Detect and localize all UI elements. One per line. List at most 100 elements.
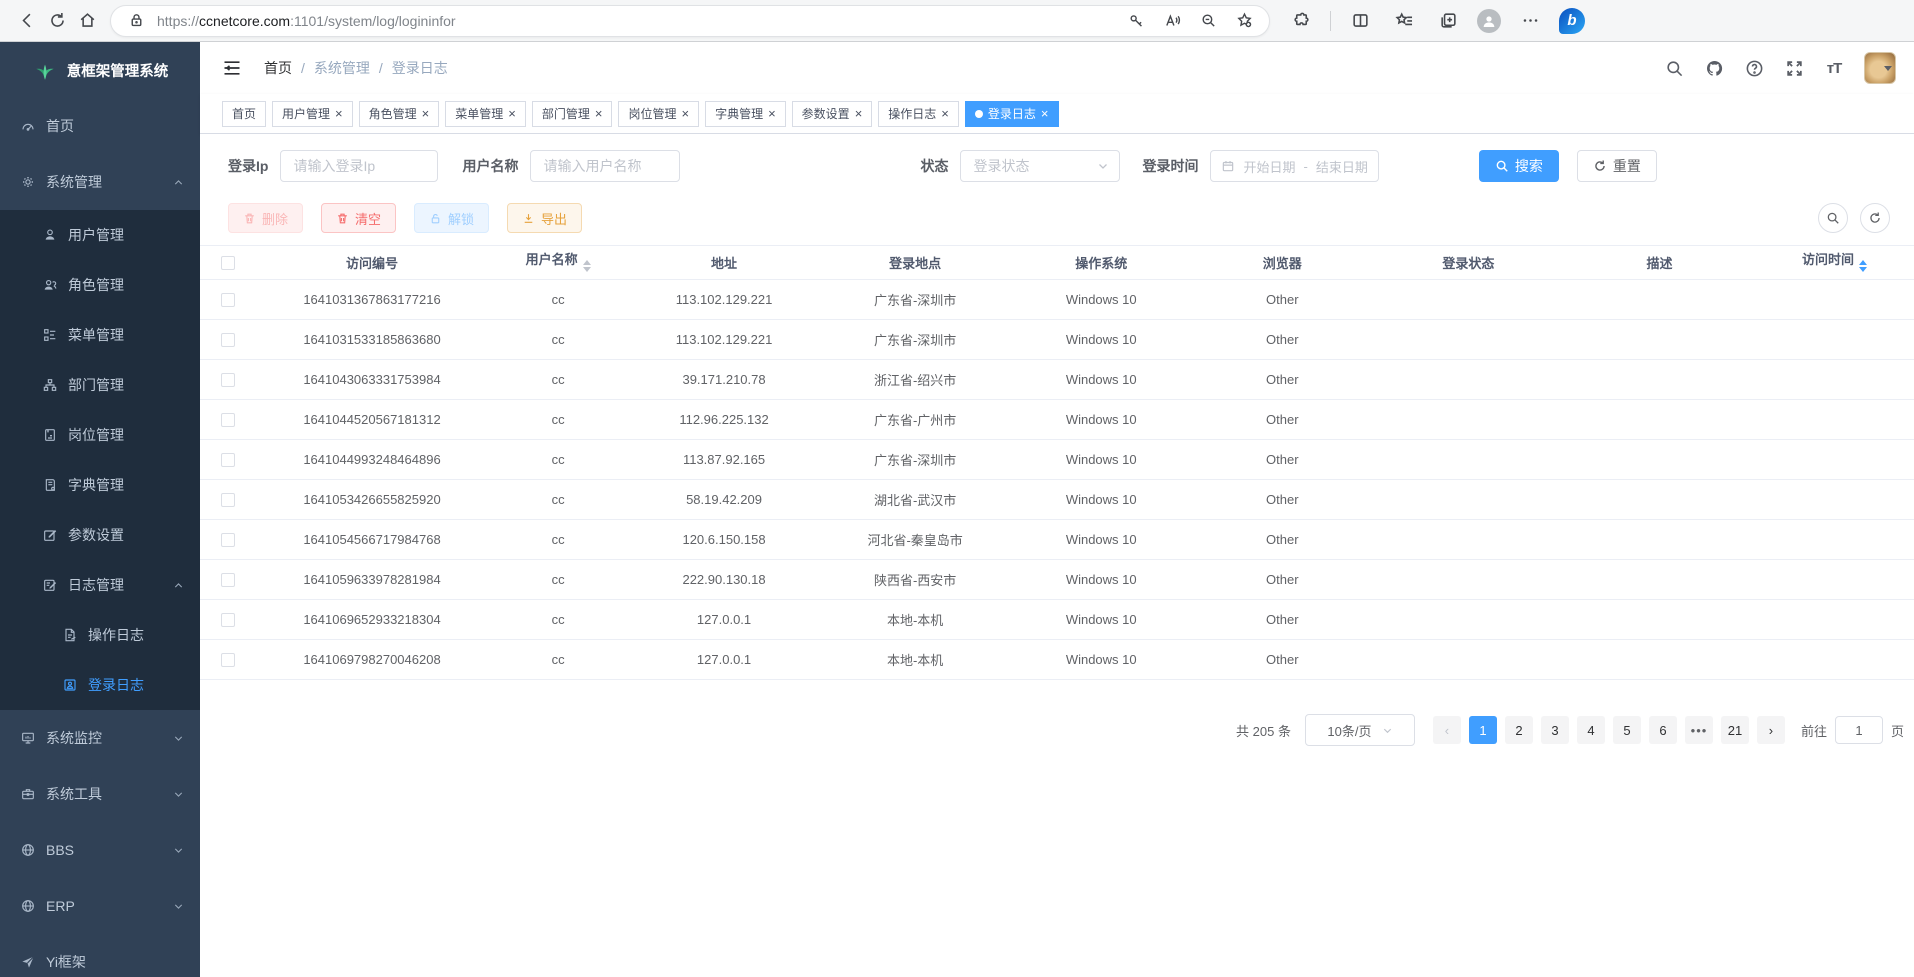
delete-button[interactable]: 删除 [228,203,303,233]
page-button-4[interactable]: 4 [1577,716,1605,744]
clear-button[interactable]: 清空 [321,203,396,233]
breadcrumb-system[interactable]: 系统管理 [314,58,370,78]
extensions-icon[interactable] [1286,6,1316,36]
split-screen-icon[interactable] [1345,6,1375,36]
row-checkbox[interactable] [221,373,235,387]
tab-role-management[interactable]: 角色管理× [359,101,440,127]
url-text[interactable]: https://ccnetcore.com:1101/system/log/lo… [157,13,1123,29]
collections-icon[interactable] [1433,6,1463,36]
tab-param-settings[interactable]: 参数设置× [792,101,873,127]
sidebar-item-post-management[interactable]: 岗位管理 [0,410,200,460]
sidebar-item-dict-management[interactable]: 字典管理 [0,460,200,510]
key-icon[interactable] [1123,8,1149,34]
col-user-name[interactable]: 用户名称 [488,246,629,280]
row-checkbox[interactable] [221,493,235,507]
col-select[interactable] [200,246,256,280]
sidebar-item-erp[interactable]: ERP [0,878,200,934]
tab-user-management[interactable]: 用户管理× [272,101,353,127]
status-select[interactable]: 登录状态 [960,150,1120,182]
sidebar-item-system-tools[interactable]: 系统工具 [0,766,200,822]
login-ip-input[interactable] [280,150,438,182]
tab-close-icon[interactable]: × [768,107,776,120]
row-checkbox[interactable] [221,453,235,467]
more-options-icon[interactable] [1515,6,1545,36]
sidebar-item-system-monitor[interactable]: 系统监控 [0,710,200,766]
page-button-1[interactable]: 1 [1469,716,1497,744]
tab-close-icon[interactable]: × [335,107,343,120]
tab-close-icon[interactable]: × [681,107,689,120]
select-all-checkbox[interactable] [221,256,235,270]
sort-caret-icon[interactable] [1859,256,1867,276]
page-button-3[interactable]: 3 [1541,716,1569,744]
row-checkbox[interactable] [221,573,235,587]
tab-operation-log[interactable]: 操作日志× [878,101,959,127]
tab-close-icon[interactable]: × [508,107,516,120]
tab-post-management[interactable]: 岗位管理× [618,101,699,127]
sidebar-item-yi-framework[interactable]: Yi框架 [0,934,200,977]
prev-page-button[interactable]: ‹ [1433,716,1461,744]
row-checkbox[interactable] [221,413,235,427]
page-button-21[interactable]: 21 [1721,716,1749,744]
profile-icon[interactable] [1477,9,1501,33]
favorites-bar-icon[interactable] [1389,6,1419,36]
row-checkbox[interactable] [221,613,235,627]
sidebar-item-home[interactable]: 首页 [0,98,200,154]
tab-dept-management[interactable]: 部门管理× [532,101,613,127]
sidebar-item-bbs[interactable]: BBS [0,822,200,878]
breadcrumb-home[interactable]: 首页 [264,58,292,78]
tab-close-icon[interactable]: × [941,107,949,120]
toggle-search-button[interactable] [1818,203,1848,233]
unlock-button[interactable]: 解锁 [414,203,489,233]
back-icon[interactable] [12,6,42,36]
search-button[interactable]: 搜索 [1479,150,1559,182]
date-range-picker[interactable]: 开始日期 - 结束日期 [1210,150,1378,182]
page-button-6[interactable]: 6 [1649,716,1677,744]
tab-dict-management[interactable]: 字典管理× [705,101,786,127]
row-checkbox[interactable] [221,293,235,307]
reset-button[interactable]: 重置 [1577,150,1657,182]
sidebar-item-operation-log[interactable]: 操作日志 [0,610,200,660]
tab-close-icon[interactable]: × [1041,107,1049,120]
page-button-2[interactable]: 2 [1505,716,1533,744]
zoom-icon[interactable] [1195,8,1221,34]
font-size-icon[interactable]: тT [1824,58,1844,78]
sidebar-fold-icon[interactable] [222,57,244,79]
refresh-table-button[interactable] [1860,203,1890,233]
fullscreen-icon[interactable] [1784,58,1804,78]
sort-caret-icon[interactable] [583,256,591,276]
page-button-5[interactable]: 5 [1613,716,1641,744]
sidebar-item-param-settings[interactable]: 参数设置 [0,510,200,560]
sidebar-item-menu-management[interactable]: 菜单管理 [0,310,200,360]
col-visit-time[interactable]: 访问时间 [1755,246,1914,280]
next-page-button[interactable]: › [1757,716,1785,744]
github-icon[interactable] [1704,58,1724,78]
address-bar[interactable]: https://ccnetcore.com:1101/system/log/lo… [110,5,1270,37]
tab-home[interactable]: 首页 [222,101,266,127]
sidebar-item-user-management[interactable]: 用户管理 [0,210,200,260]
lock-icon[interactable] [123,8,149,34]
read-aloud-icon[interactable] [1159,8,1185,34]
tab-close-icon[interactable]: × [855,107,863,120]
help-icon[interactable] [1744,58,1764,78]
user-name-input[interactable] [530,150,680,182]
goto-page-input[interactable] [1835,716,1883,744]
row-checkbox[interactable] [221,653,235,667]
search-icon[interactable] [1664,58,1684,78]
refresh-icon[interactable] [42,6,72,36]
sidebar-item-login-log[interactable]: 登录日志 [0,660,200,710]
page-size-select[interactable]: 10条/页 [1305,714,1415,746]
copilot-icon[interactable]: b [1559,8,1585,34]
sidebar-item-role-management[interactable]: 角色管理 [0,260,200,310]
tab-close-icon[interactable]: × [595,107,603,120]
home-icon[interactable] [72,6,102,36]
sidebar-item-dept-management[interactable]: 部门管理 [0,360,200,410]
row-checkbox[interactable] [221,333,235,347]
more-pages-button[interactable]: ••• [1685,716,1713,744]
add-favorite-icon[interactable] [1231,8,1257,34]
tab-login-log[interactable]: 登录日志× [965,101,1059,127]
sidebar-item-system-management[interactable]: 系统管理 [0,154,200,210]
export-button[interactable]: 导出 [507,203,582,233]
row-checkbox[interactable] [221,533,235,547]
tab-close-icon[interactable]: × [422,107,430,120]
sidebar-item-log-management[interactable]: 日志管理 [0,560,200,610]
